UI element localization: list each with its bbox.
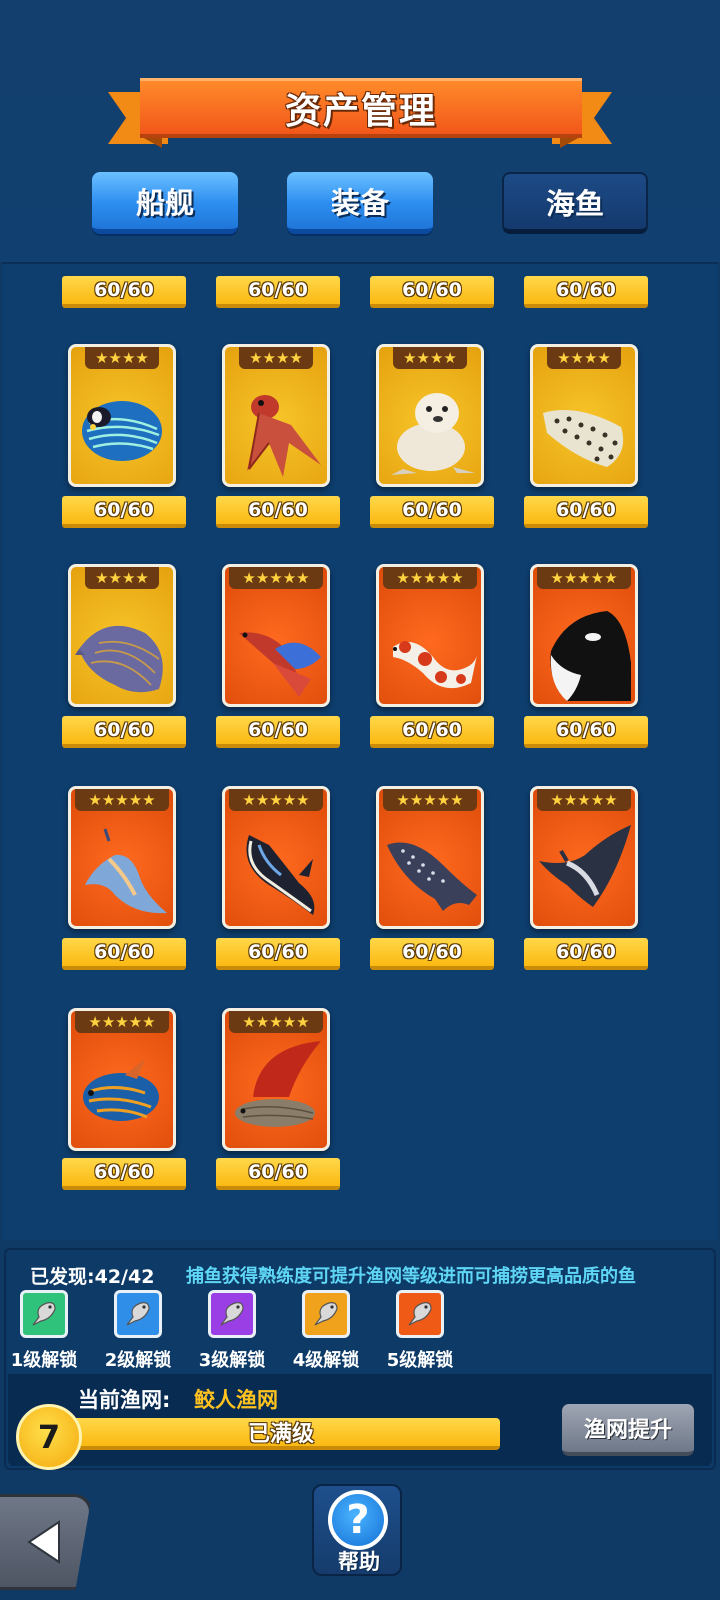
ray-icon <box>75 625 163 693</box>
star-rating: ★★★★★ <box>537 567 631 589</box>
betta-icon <box>239 632 321 697</box>
back-arrow-icon <box>26 1520 60 1564</box>
current-net-bar: 当前渔网: 鲛人渔网 已满级 7 渔网提升 <box>8 1374 712 1470</box>
hint-text: 捕鱼获得熟练度可提升渔网等级进而可捕捞更高品质的鱼 <box>186 1266 636 1287</box>
tab-equipment[interactable]: 装备 <box>287 172 433 234</box>
net-upgrade-button[interactable]: 渔网提升 <box>562 1404 694 1456</box>
progress-bar: 60/60 <box>524 716 648 748</box>
fish-level-3-icon <box>208 1290 256 1338</box>
back-button[interactable] <box>0 1494 92 1590</box>
unlock-label: 2级解锁 <box>104 1350 172 1371</box>
progress-bar: 60/60 <box>216 276 340 308</box>
progress-bar: 60/60 <box>370 716 494 748</box>
progress-bar: 60/60 <box>524 496 648 528</box>
progress-bar: 60/60 <box>62 276 186 308</box>
star-rating: ★★★★★ <box>537 789 631 811</box>
tab-sea-fish[interactable]: 海鱼 <box>502 172 648 234</box>
star-rating: ★★★★ <box>85 347 159 369</box>
star-rating: ★★★★★ <box>75 789 169 811</box>
progress-bar: 60/60 <box>62 496 186 528</box>
progress-bar: 60/60 <box>370 938 494 970</box>
progress-bar: 60/60 <box>524 276 648 308</box>
progress-bar: 60/60 <box>524 938 648 970</box>
fish-card[interactable]: ★★★★ <box>530 344 638 487</box>
sea-slug-icon <box>85 828 167 914</box>
fish-card[interactable]: ★★★★★ <box>530 786 638 929</box>
fish-card[interactable]: ★★★★★ <box>376 564 484 707</box>
fish-level-4-icon <box>302 1290 350 1338</box>
seal-icon <box>391 393 475 475</box>
fish-level-5-icon <box>396 1290 444 1338</box>
star-rating: ★★★★★ <box>75 1011 169 1033</box>
star-rating: ★★★★ <box>393 347 467 369</box>
koi-icon <box>393 641 477 689</box>
orca-icon <box>550 611 631 701</box>
tab-ships[interactable]: 船舰 <box>92 172 238 234</box>
fish-card[interactable]: ★★★★★ <box>68 786 176 929</box>
progress-bar: 60/60 <box>216 496 340 528</box>
star-rating: ★★★★★ <box>383 789 477 811</box>
star-rating: ★★★★★ <box>383 567 477 589</box>
nudibranch-icon <box>246 835 315 915</box>
net-level-progress: 已满级 <box>62 1418 500 1450</box>
fish-card[interactable]: ★★★★ <box>376 344 484 487</box>
fish-card[interactable]: ★★★★★ <box>222 1008 330 1151</box>
unlock-label: 4级解锁 <box>292 1350 360 1371</box>
star-rating: ★★★★ <box>547 347 621 369</box>
fish-level-2-icon <box>114 1290 162 1338</box>
fish-card[interactable]: ★★★★★ <box>222 786 330 929</box>
fish-card[interactable]: ★★★★★ <box>530 564 638 707</box>
progress-bar: 60/60 <box>62 716 186 748</box>
fish-level-1-icon <box>20 1290 68 1338</box>
title-ribbon: 资产管理 <box>140 78 582 138</box>
net-info-panel: 已发现:42/42 捕鱼获得熟练度可提升渔网等级进而可捕捞更高品质的鱼 1级解锁… <box>4 1248 716 1470</box>
progress-bar: 60/60 <box>216 938 340 970</box>
fish-card[interactable]: ★★★★★ <box>376 786 484 929</box>
current-net-name: 鲛人渔网 <box>194 1388 278 1412</box>
progress-bar: 60/60 <box>370 276 494 308</box>
unlock-label: 1级解锁 <box>10 1350 78 1371</box>
unlock-label: 3级解锁 <box>198 1350 266 1371</box>
mandarinfish-icon <box>83 1059 159 1121</box>
progress-bar: 60/60 <box>62 1158 186 1190</box>
fish-collection-grid[interactable]: 60/60 60/60 60/60 60/60 ★★★★ ★★★★ ★★★★ ★… <box>2 262 718 1240</box>
fighting-fish-icon <box>235 1041 321 1127</box>
progress-bar: 60/60 <box>62 938 186 970</box>
whale-shark-icon <box>387 842 477 911</box>
star-rating: ★★★★ <box>239 347 313 369</box>
page-title: 资产管理 <box>284 90 437 132</box>
help-label: 帮助 <box>338 1550 380 1574</box>
help-button[interactable]: ? 帮助 <box>312 1484 402 1576</box>
star-rating: ★★★★★ <box>229 789 323 811</box>
progress-bar: 60/60 <box>216 1158 340 1190</box>
progress-bar: 60/60 <box>370 496 494 528</box>
star-rating: ★★★★ <box>85 567 159 589</box>
net-level-badge: 7 <box>16 1404 82 1470</box>
star-rating: ★★★★★ <box>229 1011 323 1033</box>
unlock-label: 5级解锁 <box>386 1350 454 1371</box>
grouper-icon <box>543 410 624 467</box>
manta-ray-icon <box>539 825 631 907</box>
discovered-count: 已发现:42/42 <box>30 1266 155 1288</box>
progress-bar: 60/60 <box>216 716 340 748</box>
star-rating: ★★★★★ <box>229 567 323 589</box>
fish-card[interactable]: ★★★★★ <box>68 1008 176 1151</box>
angelfish-icon <box>82 401 162 461</box>
fish-card[interactable]: ★★★★ <box>68 564 176 707</box>
fish-card[interactable]: ★★★★ <box>68 344 176 487</box>
fish-card[interactable]: ★★★★★ <box>222 564 330 707</box>
batfish-icon <box>247 395 321 477</box>
fish-card[interactable]: ★★★★ <box>222 344 330 487</box>
current-net-label: 当前渔网: <box>78 1388 171 1412</box>
question-icon: ? <box>328 1490 388 1550</box>
